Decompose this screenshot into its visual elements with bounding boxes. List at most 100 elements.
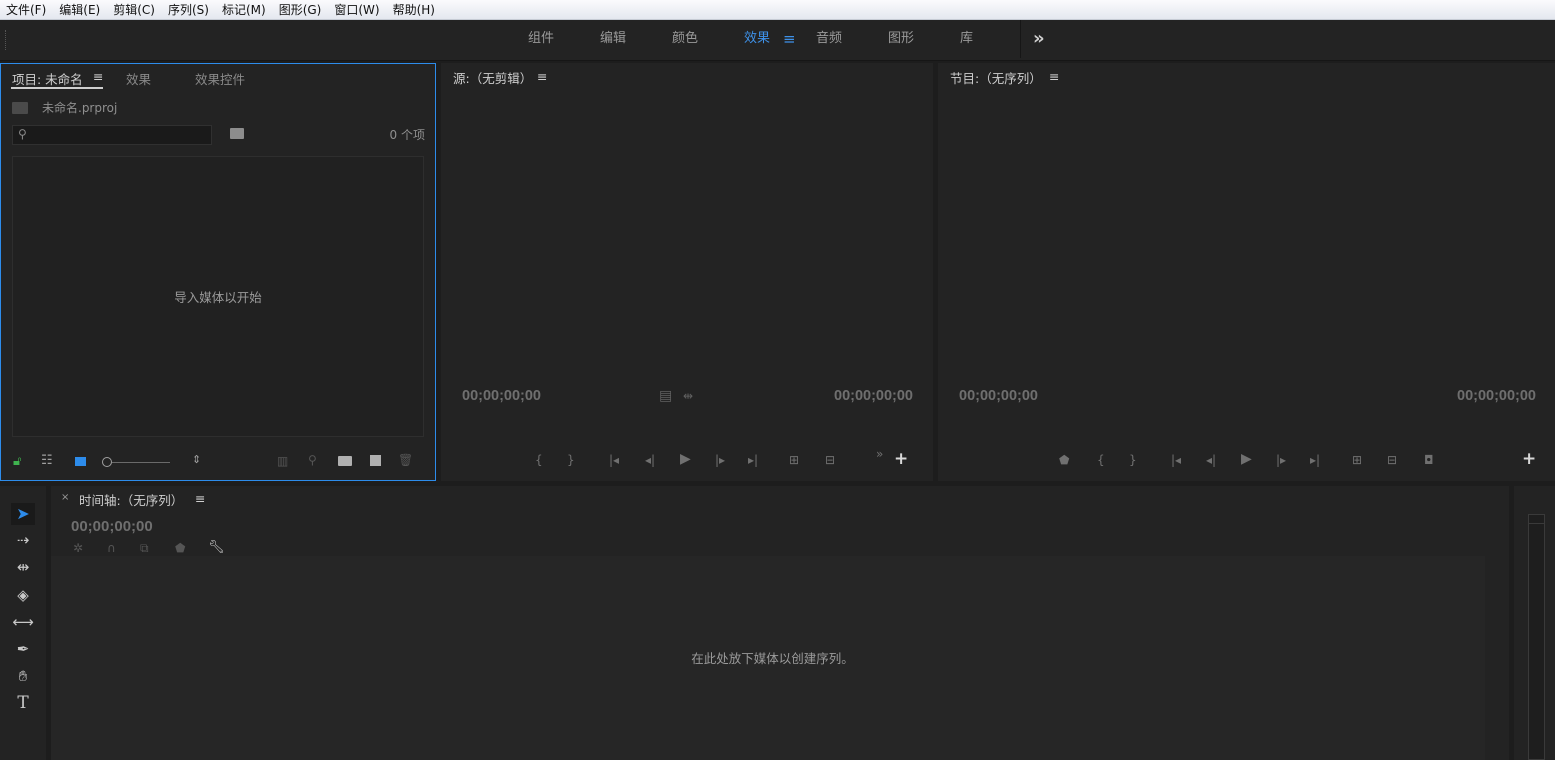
program-duration-timecode: 00;00;00;00 [1457,388,1536,404]
project-media-area[interactable]: 导入媒体以开始 [12,156,424,437]
source-playhead-timecode[interactable]: 00;00;00;00 [462,388,541,404]
tab-effects[interactable]: 效果 [126,69,151,88]
step-forward-icon[interactable]: |▸ [715,453,725,467]
bin-icon [12,102,28,114]
workspace-menu-icon[interactable]: ≡ [783,20,796,58]
workspace-tab-audio[interactable]: 音频 [816,20,842,58]
zoom-slider-track[interactable] [112,462,170,463]
wrench-icon[interactable]: 🔧︎ [208,541,225,555]
project-menu-icon[interactable]: ≡ [93,69,103,84]
new-item-icon[interactable] [370,455,381,466]
tab-effect-controls[interactable]: 效果控件 [195,69,245,88]
menu-window[interactable]: 窗口(W) [328,0,386,20]
hand-icon[interactable]: ✋︎ [11,665,35,687]
menu-marker[interactable]: 标记(M) [216,0,273,20]
go-to-in-icon[interactable]: |◂ [1171,453,1181,467]
menu-graphics[interactable]: 图形(G) [273,0,329,20]
timeline-panel: × 时间轴:（无序列） ≡ 00;00;00;00 ✲ ∩ ⧉ ⬟ 🔧︎ 在此处… [51,486,1509,760]
mark-in-icon[interactable]: { [535,453,543,467]
mark-out-icon[interactable]: } [567,453,575,467]
more-buttons-icon[interactable]: » [876,447,883,461]
program-playhead-timecode[interactable]: 00;00;00;00 [959,388,1038,404]
automate-sequence-icon: ▥ [277,454,289,468]
workspace-tab-assembly[interactable]: 组件 [528,20,554,58]
project-file-name: 未命名.prproj [42,101,118,115]
menu-edit[interactable]: 编辑(E) [53,0,107,20]
ripple-edit-icon[interactable]: ⇹ [11,556,35,578]
close-timeline-icon[interactable]: × [61,492,69,503]
menu-bar: 文件(F) 编辑(E) 剪辑(C) 序列(S) 标记(M) 图形(G) 窗口(W… [0,0,1555,20]
trash-icon: 🗑︎ [398,453,414,467]
timeline-menu-icon[interactable]: ≡ [195,491,205,506]
program-monitor-title[interactable]: 节目:（无序列） [950,68,1042,87]
menu-clip[interactable]: 剪辑(C) [107,0,162,20]
go-to-out-icon[interactable]: ▸| [1310,453,1320,467]
insert-icon[interactable]: ⊞ [789,453,799,467]
workspace-bar: 组件 编辑 颜色 效果 ≡ 音频 图形 库 » [0,20,1555,61]
snap-icon: ∩ [107,541,116,555]
menu-file[interactable]: 文件(F) [0,0,53,20]
button-editor-add-icon[interactable]: + [1522,451,1536,468]
mark-in-icon[interactable]: { [1097,453,1105,467]
icon-view-icon[interactable] [75,457,86,466]
source-monitor-title[interactable]: 源:（无剪辑） [453,68,532,87]
drop-media-message: 在此处放下媒体以创建序列。 [691,651,854,666]
item-count: 0 个项 [389,128,425,142]
play-icon[interactable]: ▶ [680,452,691,466]
workspace-tab-graphics[interactable]: 图形 [888,20,914,58]
timeline-title[interactable]: 时间轴:（无序列） [79,490,183,509]
workspace-overflow-icon[interactable]: » [1033,20,1045,58]
menu-help[interactable]: 帮助(H) [387,0,442,20]
timeline-track-area[interactable]: 在此处放下媒体以创建序列。 [51,556,1485,760]
track-select-icon[interactable]: ⇢ [11,529,35,551]
razor-icon[interactable]: ◈ [11,584,35,606]
project-search-field[interactable]: ⚲ [12,125,212,145]
active-tab-underline [11,87,103,89]
add-marker-icon: ⬟ [175,541,186,555]
import-media-message: 导入媒体以开始 [174,290,262,305]
selection-tool-icon[interactable]: ➤ [11,503,35,525]
workspace-tab-editing[interactable]: 编辑 [600,20,626,58]
lock-icon[interactable]: 🔓︎ [13,455,21,469]
go-to-in-icon[interactable]: |◂ [609,453,619,467]
new-bin-icon[interactable] [338,456,352,466]
tab-project[interactable]: 项目: 未命名 [12,69,83,88]
linked-selection-icon: ⧉ [140,541,149,555]
overwrite-icon[interactable]: ⊟ [825,453,835,467]
source-duration-timecode: 00;00;00;00 [834,388,913,404]
extract-icon[interactable]: ⊟ [1387,453,1397,467]
timeline-timecode[interactable]: 00;00;00;00 [71,518,153,535]
audio-meters-panel [1514,486,1555,760]
source-menu-icon[interactable]: ≡ [537,69,547,84]
step-forward-icon[interactable]: |▸ [1276,453,1286,467]
workspace-divider [1020,20,1021,58]
go-to-out-icon[interactable]: ▸| [748,453,758,467]
tools-panel: ➤ ⇢ ⇹ ◈ ⟷ ✒ ✋︎ T [0,486,46,760]
play-icon[interactable]: ▶ [1241,452,1252,466]
menu-sequence[interactable]: 序列(S) [162,0,216,20]
button-editor-add-icon[interactable]: + [894,451,908,468]
nest-icon: ✲ [73,541,84,555]
workspace-tab-color[interactable]: 颜色 [672,20,698,58]
project-panel: 项目: 未命名 ≡ 效果 效果控件 未命名.prproj ⚲ 0 个项 导入媒体… [0,63,436,481]
mark-out-icon[interactable]: } [1129,453,1137,467]
step-back-icon[interactable]: ◂| [645,453,655,467]
list-view-icon[interactable]: ☷ [41,454,53,468]
export-frame-icon[interactable]: ◘ [1424,453,1434,467]
workspace-tab-libraries[interactable]: 库 [960,20,973,58]
find-icon: ⚲ [308,453,317,467]
slip-icon[interactable]: ⟷ [11,611,35,633]
add-marker-icon[interactable]: ⬟ [1059,453,1069,467]
pen-icon[interactable]: ✒ [11,638,35,660]
program-menu-icon[interactable]: ≡ [1049,69,1059,84]
workspace-tab-effects[interactable]: 效果 [744,20,770,58]
sort-icon[interactable]: ⇕ [192,453,201,467]
zoom-slider-handle[interactable] [102,457,112,467]
workspace-grip[interactable] [5,30,7,50]
lift-icon[interactable]: ⊞ [1352,453,1362,467]
drag-audio-icon[interactable]: ⇹ [683,389,693,403]
type-icon[interactable]: T [11,692,35,714]
new-search-bin-icon[interactable] [230,128,244,139]
drag-video-icon[interactable]: ▤ [659,389,672,403]
step-back-icon[interactable]: ◂| [1206,453,1216,467]
